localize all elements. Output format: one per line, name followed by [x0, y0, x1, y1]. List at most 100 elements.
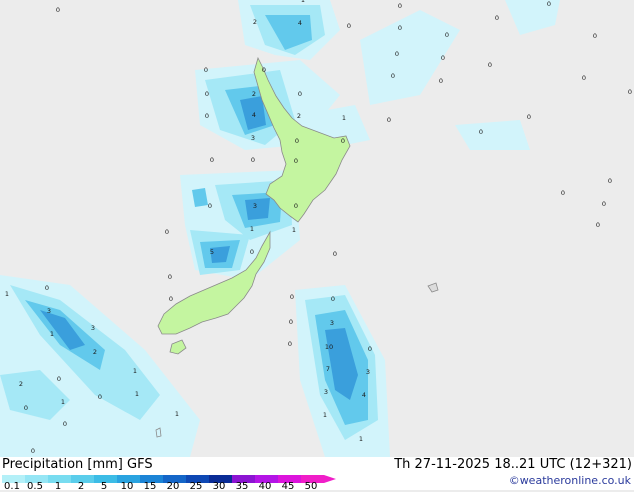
station-value-label: 0	[204, 66, 208, 74]
run-time-label: Th 27-11-2025 18..21 UTC (12+321)	[394, 457, 632, 472]
station-value-label: 0	[395, 50, 399, 58]
station-value-label: 0	[57, 375, 61, 383]
station-value-label: 0	[45, 284, 49, 292]
scale-tick-label: 25	[189, 481, 203, 492]
station-value-label: 0	[208, 202, 212, 210]
station-value-label: 0	[547, 0, 551, 8]
precipitation-map: 012 4 000000 00 000 000 00 2 04 2 10 0 003 0 000 00000 3…	[0, 0, 634, 457]
station-value-label: 3	[91, 324, 95, 332]
station-value-label: 10	[325, 343, 333, 351]
station-value-label: 0	[602, 200, 606, 208]
map-viewer: { "footer": { "title": "Precipitation [m…	[0, 0, 634, 492]
station-value-label: 0	[439, 77, 443, 85]
station-value-label: 5	[210, 248, 214, 256]
station-value-label: 1	[359, 435, 363, 443]
station-value-label: 3	[251, 134, 255, 142]
station-value-label: 0	[479, 128, 483, 136]
station-value-label: 3	[330, 319, 334, 327]
station-value-label: 0	[288, 340, 292, 348]
station-value-label: 0	[298, 90, 302, 98]
station-value-label: 0	[251, 156, 255, 164]
scale-tick-label: 0.5	[27, 481, 43, 492]
station-value-label: 0	[561, 189, 565, 197]
station-value-label: 1	[175, 410, 179, 418]
scale-tick-label: 20	[166, 481, 180, 492]
station-value-label: 1	[301, 0, 305, 4]
scale-tick-label: 50	[304, 481, 318, 492]
scale-tick-label: 15	[143, 481, 157, 492]
station-value-label: 7	[326, 365, 330, 373]
station-value-label: 0	[294, 157, 298, 165]
station-value-label: 0	[582, 74, 586, 82]
station-value-label: 3	[253, 202, 257, 210]
station-value-label: 0	[628, 88, 632, 96]
station-value-label: 0	[31, 447, 35, 455]
scale-tick-label: 5	[100, 481, 108, 492]
station-value-label: 0	[262, 66, 266, 74]
station-value-label: 2	[253, 18, 257, 26]
station-value-label: 0	[24, 404, 28, 412]
station-value-label: 1	[135, 390, 139, 398]
map-title: Precipitation [mm] GFS	[2, 457, 153, 472]
station-value-label: 2	[93, 348, 97, 356]
station-value-label: 0	[445, 31, 449, 39]
station-value-label: 0	[333, 250, 337, 258]
station-value-label: 0	[169, 295, 173, 303]
station-value-label: 1	[61, 398, 65, 406]
station-value-label: 0	[527, 113, 531, 121]
station-value-label: 0	[250, 248, 254, 256]
station-value-label: 4	[252, 111, 256, 119]
footer-bar: Precipitation [mm] GFS Th 27-11-2025 18.…	[0, 457, 634, 492]
station-value-label: 0	[387, 116, 391, 124]
station-value-label: 3	[366, 368, 370, 376]
station-value-label: 0	[398, 24, 402, 32]
station-value-label: 1	[250, 225, 254, 233]
station-value-label: 0	[63, 420, 67, 428]
scale-tick-label: 45	[281, 481, 295, 492]
station-value-label: 0	[368, 345, 372, 353]
station-value-label: 4	[362, 391, 366, 399]
station-value-label: 2	[297, 112, 301, 120]
station-value-label: 0	[289, 318, 293, 326]
station-value-label: 2	[252, 90, 256, 98]
scale-tick-label: 35	[235, 481, 249, 492]
station-value-label: 0	[294, 202, 298, 210]
station-value-label: 4	[298, 19, 302, 27]
scale-tick-label: 40	[258, 481, 272, 492]
station-value-label: 0	[596, 221, 600, 229]
station-value-label: 0	[205, 90, 209, 98]
station-value-label: 0	[341, 137, 345, 145]
station-value-label: 1	[5, 290, 9, 298]
scale-tick-label: 30	[212, 481, 226, 492]
station-value-label: 1	[323, 411, 327, 419]
station-value-label: 0	[488, 61, 492, 69]
station-value-label: 0	[398, 2, 402, 10]
scale-tick-label: 2	[77, 481, 85, 492]
station-value-label: 0	[98, 393, 102, 401]
station-value-label: 0	[205, 112, 209, 120]
credit-link[interactable]: ©weatheronline.co.uk	[509, 474, 631, 487]
station-value-label: 1	[133, 367, 137, 375]
station-value-label: 1	[292, 226, 296, 234]
station-value-label: 0	[331, 295, 335, 303]
scale-tick-label: 0.1	[4, 481, 20, 492]
scale-tick-label: 1	[54, 481, 62, 492]
station-value-label: 0	[608, 177, 612, 185]
station-value-label: 1	[342, 114, 346, 122]
station-value-label: 0	[593, 32, 597, 40]
scale-tick-label: 10	[120, 481, 134, 492]
station-value-label: 0	[495, 14, 499, 22]
station-value-label: 0	[295, 137, 299, 145]
station-value-label: 0	[441, 54, 445, 62]
station-value-label: 1	[50, 330, 54, 338]
station-value-label: 0	[347, 22, 351, 30]
station-value-label: 0	[391, 72, 395, 80]
station-value-label: 0	[56, 6, 60, 14]
station-value-label: 0	[210, 156, 214, 164]
station-value-label: 2	[19, 380, 23, 388]
station-value-label: 0	[290, 293, 294, 301]
station-value-label: 0	[168, 273, 172, 281]
station-value-label: 0	[165, 228, 169, 236]
station-value-label: 3	[324, 388, 328, 396]
station-value-label: 3	[47, 307, 51, 315]
